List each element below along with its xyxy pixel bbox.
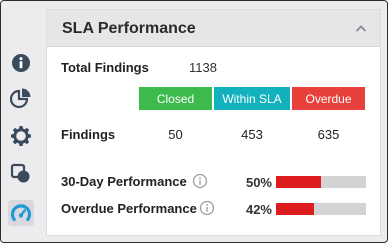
- closed-findings-count: 50: [168, 127, 183, 142]
- overdue-column-header: Overdue: [292, 87, 365, 110]
- gauge-icon: [10, 204, 32, 222]
- sidebar-item-layers[interactable]: [8, 161, 34, 187]
- card-header[interactable]: SLA Performance: [47, 10, 380, 47]
- thirty-day-performance-bar-fill: [276, 176, 321, 188]
- card-title: SLA Performance: [62, 20, 196, 37]
- info-icon[interactable]: [192, 173, 208, 189]
- gear-icon: [11, 126, 31, 146]
- sla-performance-card: SLA Performance Total Findings 1138 Clos…: [46, 9, 381, 236]
- overdue-performance-percent: 42%: [245, 202, 272, 217]
- app-frame: SLA Performance Total Findings 1138 Clos…: [0, 0, 388, 243]
- thirty-day-performance-label: 30-Day Performance: [61, 174, 187, 189]
- thirty-day-performance-percent: 50%: [245, 175, 272, 190]
- overdue-performance-label: Overdue Performance: [61, 201, 197, 216]
- sidebar-item-dashboard[interactable]: [8, 200, 34, 226]
- overdue-performance-bar: [276, 203, 366, 215]
- total-findings-value: 1138: [189, 60, 217, 75]
- info-icon: [12, 54, 30, 72]
- overdue-findings-count: 635: [317, 127, 340, 142]
- sidebar-item-settings[interactable]: [8, 123, 34, 149]
- info-icon[interactable]: [199, 200, 215, 216]
- chevron-up-icon[interactable]: [354, 22, 368, 36]
- within-sla-findings-count: 453: [241, 127, 263, 142]
- pie-chart-icon: [10, 88, 31, 109]
- sidebar-item-info[interactable]: [8, 50, 34, 76]
- closed-column-header: Closed: [139, 87, 212, 110]
- sidebar-item-analytics[interactable]: [8, 85, 34, 111]
- total-findings-label: Total Findings: [61, 60, 149, 75]
- findings-label: Findings: [61, 127, 116, 142]
- within-sla-column-header: Within SLA: [214, 87, 290, 110]
- sidebar: [1, 1, 41, 242]
- overdue-performance-bar-fill: [276, 203, 314, 215]
- thirty-day-performance-bar: [276, 176, 366, 188]
- overlap-icon: [10, 163, 30, 183]
